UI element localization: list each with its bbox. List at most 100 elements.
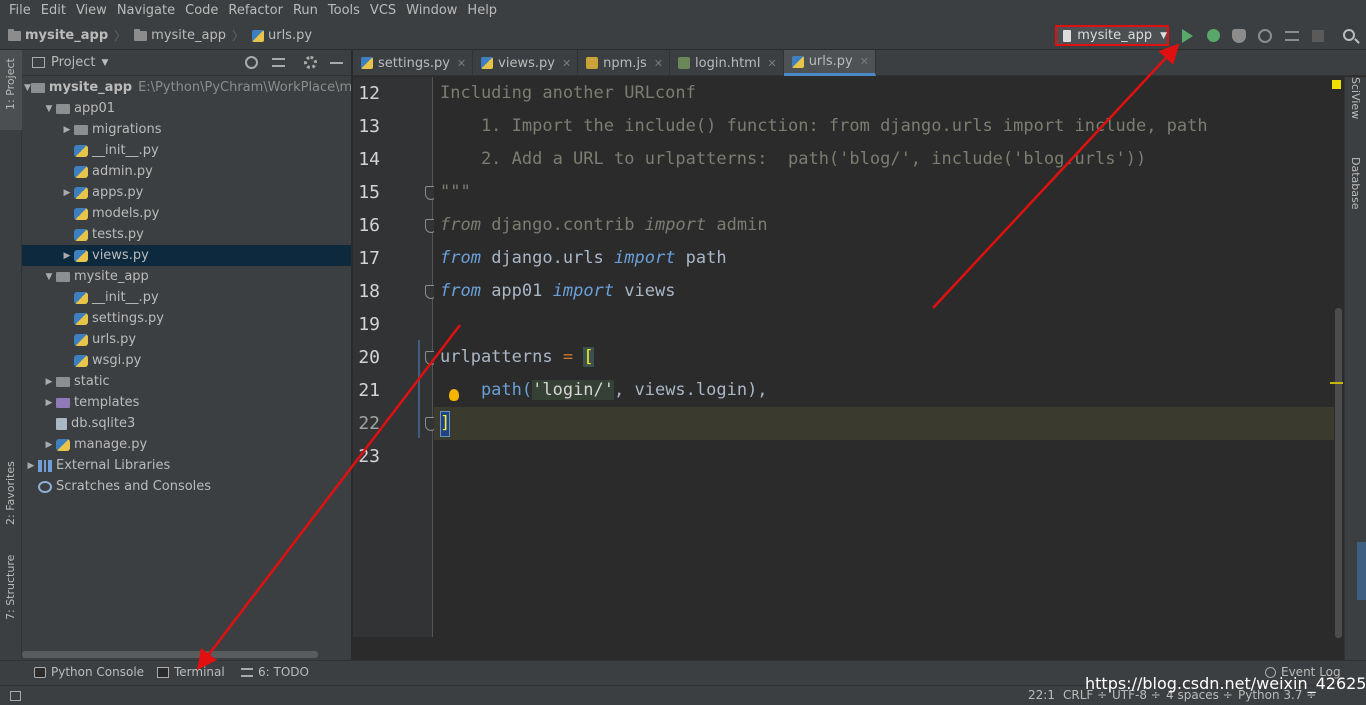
tree-item[interactable]: tests.py [22, 224, 351, 245]
tree-item[interactable]: ▶ static [22, 371, 351, 392]
tool-windows-toggle-icon[interactable] [10, 691, 21, 701]
editor-tab[interactable]: urls.py ✕ [783, 50, 876, 76]
tool-python-console[interactable]: Python Console [34, 665, 144, 679]
run-configuration-select[interactable]: mysite_app ▼ [1055, 25, 1169, 46]
menu-run[interactable]: Run [288, 0, 323, 22]
menu-tools[interactable]: Tools [323, 0, 365, 22]
close-icon[interactable]: ✕ [654, 57, 663, 70]
chevron-down-icon[interactable]: ▼ [42, 272, 56, 282]
folder-icon [74, 124, 88, 135]
tree-item[interactable]: ▶ templates [22, 392, 351, 413]
chevron-down-icon[interactable]: ▼ [42, 104, 56, 114]
warning-marker[interactable] [1330, 382, 1343, 384]
tool-terminal[interactable]: Terminal [157, 665, 225, 679]
menu-refactor[interactable]: Refactor [223, 0, 288, 22]
tree-item[interactable]: db.sqlite3 [22, 413, 351, 434]
chevron-right-icon[interactable]: ▶ [60, 188, 74, 198]
python-file-icon [74, 144, 88, 157]
chevron-right-icon[interactable]: ▶ [60, 251, 74, 261]
tool-tab-database[interactable]: Database [1349, 157, 1362, 210]
run-icon[interactable] [1182, 29, 1193, 43]
editor-tab[interactable]: views.py ✕ [473, 50, 579, 76]
tool-tab-label: 2: Favorites [4, 461, 17, 525]
chevron-right-icon[interactable]: ▶ [24, 461, 38, 471]
menu-file[interactable]: File [4, 0, 36, 22]
tool-tab-project[interactable]: 1: Project [0, 50, 22, 130]
collapse-all-icon[interactable] [272, 58, 285, 67]
python-file-icon [74, 354, 88, 367]
editor-tab[interactable]: npm.js ✕ [578, 50, 671, 76]
breadcrumb-label: mysite_app [151, 28, 226, 43]
scrollbar-thumb[interactable] [1335, 308, 1342, 638]
chevron-right-icon[interactable]: ▶ [42, 398, 56, 408]
chevron-right-icon[interactable]: ▶ [42, 440, 56, 450]
function-call: path( [440, 380, 533, 400]
editor-tab[interactable]: login.html ✕ [670, 50, 784, 76]
run-with-coverage-icon[interactable] [1232, 29, 1246, 43]
menu-view[interactable]: View [71, 0, 112, 22]
menu-navigate[interactable]: Navigate [112, 0, 180, 22]
tree-item[interactable]: ▶ External Libraries [22, 455, 351, 476]
debug-icon[interactable] [1207, 29, 1220, 42]
tool-todo[interactable]: 6: TODO [241, 665, 309, 679]
tree-item[interactable]: admin.py [22, 161, 351, 182]
concurrency-diagram-icon[interactable] [1285, 31, 1299, 41]
tree-item[interactable]: ▼ mysite_app [22, 266, 351, 287]
tool-tab-favorites[interactable]: 2: Favorites [0, 461, 22, 550]
close-icon[interactable]: ✕ [562, 57, 571, 70]
tree-item[interactable]: ▶ manage.py [22, 434, 351, 455]
project-panel-header[interactable]: Project ▼ [22, 50, 351, 76]
close-icon[interactable]: ✕ [457, 57, 466, 70]
breadcrumb-separator: 〉 [114, 29, 127, 43]
horizontal-scrollbar[interactable] [22, 651, 318, 658]
identifier: urlpatterns [440, 347, 563, 367]
inspection-status-icon[interactable] [1332, 80, 1341, 89]
tree-item[interactable]: __init__.py [22, 287, 351, 308]
caret-position[interactable]: 22:1 [1028, 688, 1055, 702]
tree-item[interactable]: __init__.py [22, 140, 351, 161]
tree-item[interactable]: Scratches and Consoles [22, 476, 351, 497]
gear-icon[interactable] [304, 56, 317, 69]
locate-file-icon[interactable] [245, 56, 258, 69]
tree-item[interactable]: ▼ app01 [22, 98, 351, 119]
tree-item[interactable]: ▶ migrations [22, 119, 351, 140]
chevron-right-icon[interactable]: ▶ [42, 377, 56, 387]
breadcrumb-project[interactable]: mysite_app [8, 28, 108, 43]
tool-tab-sciview[interactable]: SciView [1349, 77, 1362, 119]
breadcrumb-file[interactable]: urls.py [251, 28, 312, 43]
scroll-indicator [1357, 542, 1366, 600]
hide-panel-icon[interactable] [330, 62, 343, 64]
tree-item[interactable]: urls.py [22, 329, 351, 350]
menu-help[interactable]: Help [462, 0, 502, 22]
tree-item[interactable]: ▼ mysite_app E:\Python\PyChram\WorkPlace\m… [22, 77, 351, 98]
tree-item-label: mysite_app [74, 269, 149, 284]
profile-icon[interactable] [1258, 29, 1272, 43]
close-icon[interactable]: ✕ [767, 57, 776, 70]
tree-item[interactable]: settings.py [22, 308, 351, 329]
stop-icon[interactable] [1312, 30, 1324, 42]
tree-item[interactable]: wsgi.py [22, 350, 351, 371]
tree-item[interactable]: models.py [22, 203, 351, 224]
chevron-right-icon[interactable]: ▶ [60, 125, 74, 135]
menu-vcs[interactable]: VCS [365, 0, 401, 22]
python-file-icon [361, 57, 373, 69]
menu-code[interactable]: Code [180, 0, 223, 22]
tree-item[interactable]: ▶ apps.py [22, 182, 351, 203]
tree-item[interactable]: ▶ views.py [22, 245, 351, 266]
python-file-icon [74, 312, 88, 325]
left-tool-stripe: 1: Project 2: Favorites 7: Structure [0, 50, 22, 660]
navigation-bar: mysite_app 〉 mysite_app 〉 urls.py mysite… [0, 22, 1366, 50]
watermark-url: https://blog.csdn.net/weixin_42625143 [1085, 674, 1366, 693]
menu-window[interactable]: Window [401, 0, 462, 22]
search-icon[interactable] [1343, 29, 1355, 41]
python-file-icon [74, 165, 88, 178]
tool-tab-structure[interactable]: 7: Structure [0, 555, 22, 650]
line-number: 22 [358, 413, 380, 434]
code-editor[interactable]: Including another URLconf 1. Import the … [434, 77, 1334, 637]
chevron-down-icon[interactable]: ▼ [24, 83, 31, 93]
menu-edit[interactable]: Edit [36, 0, 71, 22]
breadcrumb-package[interactable]: mysite_app [134, 28, 226, 43]
editor-tab[interactable]: settings.py ✕ [353, 50, 474, 76]
close-icon[interactable]: ✕ [860, 55, 869, 68]
tool-tab-label: 1: Project [4, 58, 17, 110]
